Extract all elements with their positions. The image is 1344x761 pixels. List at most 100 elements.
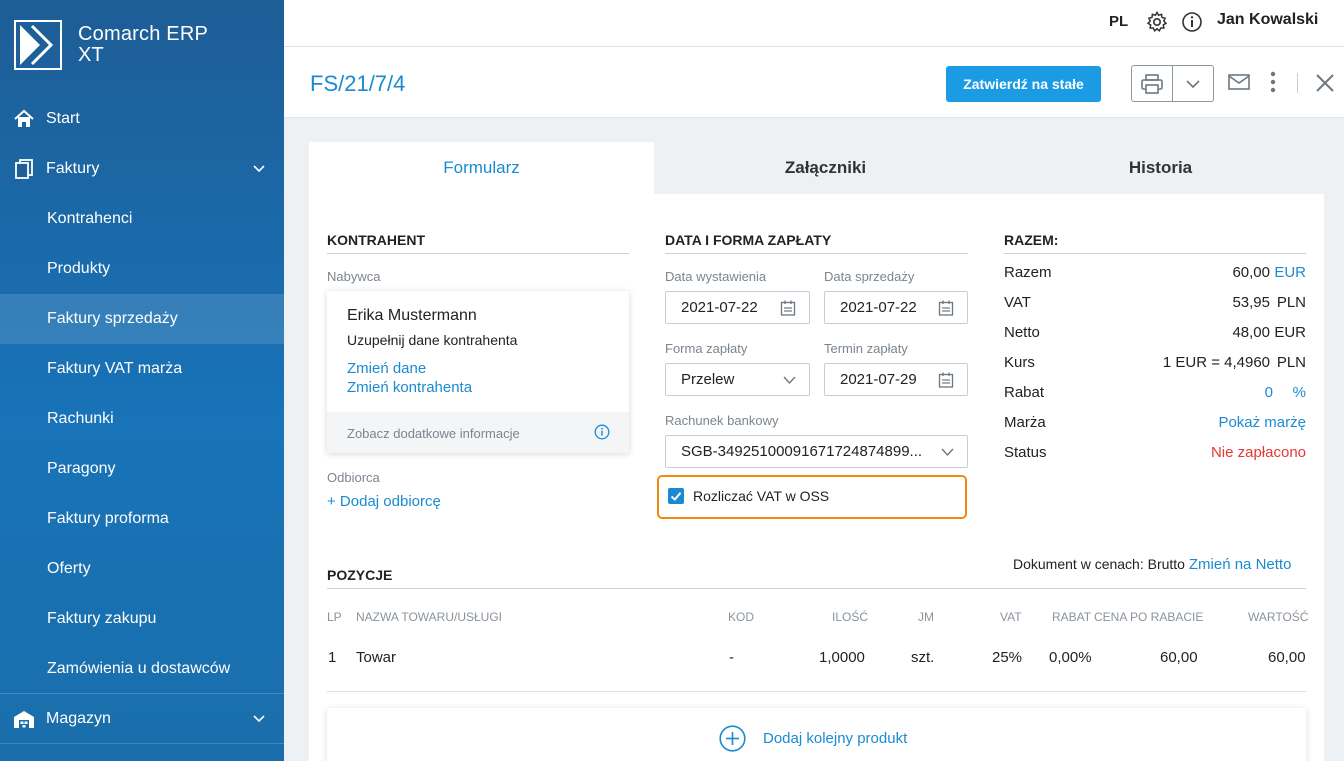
sidebar-item-label: Rachunki	[47, 410, 114, 427]
app-logo[interactable]: Comarch ERP XT	[14, 20, 208, 70]
currency-switch[interactable]: EUR	[1274, 264, 1306, 281]
print-options-button[interactable]	[1173, 66, 1213, 101]
summary-section-title: RAZEM:	[1004, 232, 1306, 254]
sidebar-item-oferty[interactable]: Oferty	[0, 544, 284, 594]
calendar-icon[interactable]	[780, 300, 796, 316]
column-header-value: WARTOŚĆ	[1248, 610, 1309, 624]
tab-formularz[interactable]: Formularz	[309, 142, 654, 194]
close-icon[interactable]	[1314, 72, 1336, 94]
sidebar-item-paragony[interactable]: Paragony	[0, 444, 284, 494]
sale-date-field[interactable]: 2021-07-22	[824, 291, 968, 324]
issue-date-field[interactable]: 2021-07-22	[665, 291, 810, 324]
calendar-icon[interactable]	[938, 372, 954, 388]
contractor-section-title: KONTRAHENT	[327, 232, 629, 254]
sidebar-item-zamowienia[interactable]: Zamówienia u dostawców	[0, 644, 284, 694]
summary-label: VAT	[1004, 294, 1031, 311]
summary-label: Rabat	[1004, 384, 1045, 401]
column-header-vat: VAT	[1000, 610, 1022, 624]
sidebar-nav: Start Faktury Kontrahenci Produkty Faktu…	[0, 94, 284, 744]
gear-icon[interactable]	[1146, 11, 1168, 33]
document-tabs: Formularz Załączniki Historia	[309, 142, 1324, 194]
summary-currency: PLN	[1276, 354, 1306, 371]
column-header-discount: RABAT	[1052, 610, 1092, 624]
column-header-code: KOD	[728, 610, 755, 624]
change-data-link[interactable]: Zmień dane	[347, 360, 426, 377]
logo-line1: Comarch ERP	[78, 23, 209, 45]
sidebar-item-magazyn[interactable]: Magazyn	[0, 694, 284, 744]
printer-icon	[1141, 73, 1163, 94]
mail-icon[interactable]	[1228, 73, 1250, 91]
confirm-button[interactable]: Zatwierdź na stałe	[946, 66, 1101, 102]
summary-currency: EUR	[1274, 324, 1306, 341]
print-button[interactable]	[1132, 66, 1172, 101]
document-number: FS/21/7/4	[310, 71, 406, 96]
summary-label: Marża	[1004, 414, 1046, 431]
bank-account-select[interactable]: SGB-34925100091671724874899...	[665, 435, 968, 468]
language-switch[interactable]: PL	[1109, 13, 1128, 30]
oss-checkbox-label[interactable]: Rozliczać VAT w OSS	[693, 488, 829, 504]
calendar-icon[interactable]	[938, 300, 954, 316]
sidebar-item-produkty[interactable]: Produkty	[0, 244, 284, 294]
payment-status[interactable]: Nie zapłacono	[1211, 444, 1306, 461]
add-product-button[interactable]: Dodaj kolejny produkt	[327, 708, 1306, 761]
summary-label: Razem	[1004, 264, 1052, 281]
sidebar-item-start[interactable]: Start	[0, 94, 284, 144]
summary-value: 1 EUR = 4,4960	[1162, 354, 1270, 371]
recipient-label: Odbiorca	[327, 470, 380, 485]
add-recipient-link[interactable]: + Dodaj odbiorcę	[327, 493, 441, 510]
home-icon	[14, 109, 34, 127]
tab-historia[interactable]: Historia	[997, 142, 1324, 194]
sidebar-item-faktury-sprzedazy[interactable]: Faktury sprzedaży	[0, 294, 284, 344]
due-date-field[interactable]: 2021-07-29	[824, 363, 968, 396]
sidebar-item-kontrahenci[interactable]: Kontrahenci	[0, 194, 284, 244]
column-header-lp: LP	[327, 610, 342, 624]
summary-label: Netto	[1004, 324, 1040, 341]
sidebar-item-faktury-vat-marza[interactable]: Faktury VAT marża	[0, 344, 284, 394]
summary-label: Kurs	[1004, 354, 1035, 371]
buyer-card: Erika Mustermann Uzupełnij dane kontrahe…	[327, 291, 629, 453]
warehouse-icon	[14, 711, 34, 728]
issue-date-label: Data wystawienia	[665, 269, 767, 284]
sidebar-item-label: Produkty	[47, 260, 111, 277]
more-info-bar[interactable]: Zobacz dodatkowe informacje	[327, 412, 629, 453]
payment-section-title: DATA I FORMA ZAPŁATY	[665, 232, 968, 254]
oss-checkbox[interactable]	[668, 488, 684, 504]
sidebar-item-label: Magazyn	[46, 710, 111, 727]
show-margin-link[interactable]: Pokaż marżę	[1218, 414, 1306, 431]
summary-currency: PLN	[1276, 294, 1306, 311]
print-button-group	[1131, 65, 1214, 102]
discount-value[interactable]: 0	[1265, 384, 1273, 401]
sidebar: Comarch ERP XT Start Faktury Kontrahenci…	[0, 0, 284, 761]
user-menu[interactable]: Jan Kowalski	[1217, 11, 1318, 29]
bank-account-value: SGB-34925100091671724874899...	[681, 443, 923, 460]
column-header-price: CENA PO RABACIE	[1094, 610, 1204, 624]
cell-lp: 1	[328, 649, 337, 666]
sidebar-item-faktury-zakupu[interactable]: Faktury zakupu	[0, 594, 284, 644]
more-info-label: Zobacz dodatkowe informacje	[347, 426, 520, 441]
info-icon[interactable]	[1181, 11, 1203, 33]
sidebar-item-label: Paragony	[47, 460, 116, 477]
change-contractor-link[interactable]: Zmień kontrahenta	[347, 379, 472, 396]
payment-method-select[interactable]: Przelew	[665, 363, 810, 396]
info-icon[interactable]	[594, 424, 610, 440]
cell-discount: 0,00%	[1049, 649, 1092, 666]
logo-line2: XT	[78, 44, 104, 66]
summary-row-status: Status Nie zapłacono	[1004, 444, 1306, 464]
sidebar-item-rachunki[interactable]: Rachunki	[0, 394, 284, 444]
buyer-name: Erika Mustermann	[347, 307, 477, 324]
checkmark-icon	[670, 492, 682, 501]
more-options-icon[interactable]	[1266, 71, 1280, 93]
plus-circle-icon	[719, 725, 746, 752]
chevron-down-icon	[783, 376, 796, 385]
row-divider	[327, 691, 1306, 692]
sidebar-item-label: Oferty	[47, 560, 91, 577]
discount-unit[interactable]: %	[1293, 384, 1306, 401]
summary-row-rabat: Rabat 0 %	[1004, 384, 1306, 404]
column-header-unit: JM	[918, 610, 934, 624]
sidebar-item-faktury[interactable]: Faktury	[0, 144, 284, 194]
due-date-value: 2021-07-29	[840, 371, 917, 388]
issue-date-value: 2021-07-22	[681, 299, 758, 316]
summary-value: 60,00	[1232, 264, 1270, 281]
tab-zalaczniki[interactable]: Załączniki	[654, 142, 997, 194]
sidebar-item-faktury-proforma[interactable]: Faktury proforma	[0, 494, 284, 544]
